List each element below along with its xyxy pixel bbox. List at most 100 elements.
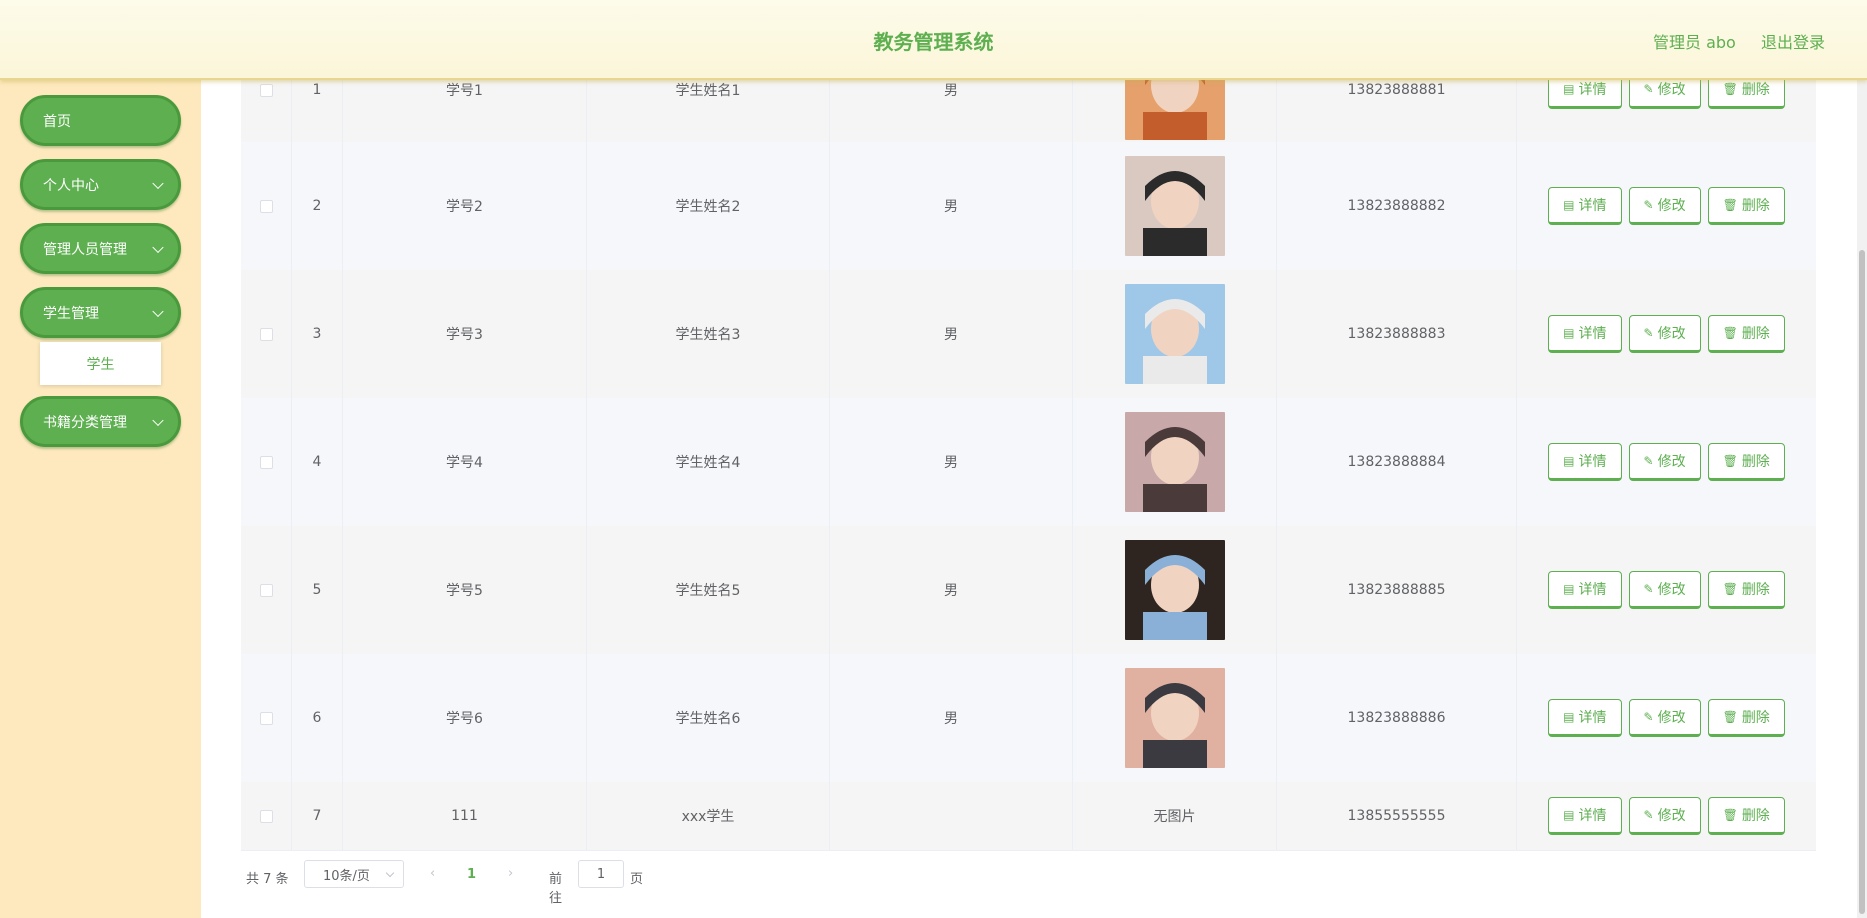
gender-cell-text: 男	[944, 583, 958, 599]
pencil-icon: ✎	[1643, 454, 1654, 468]
sidebar-item-personal-center[interactable]: 个人中心	[20, 159, 181, 210]
page-size-value: 10条/页	[323, 868, 370, 884]
row-checkbox[interactable]	[259, 809, 273, 823]
phone-cell: 13823888883	[1277, 270, 1517, 398]
pencil-icon: ✎	[1643, 82, 1654, 96]
page-size-select[interactable]: 10条/页	[304, 860, 404, 888]
no-photo-text: 无图片	[1153, 809, 1196, 825]
detail-button[interactable]: ▤ 详情	[1548, 443, 1622, 481]
detail-button[interactable]: ▤ 详情	[1548, 187, 1622, 225]
student-name-cell-text: 学生姓名2	[675, 199, 741, 215]
student-name-cell-text: 学生姓名6	[675, 711, 741, 727]
trash-icon: 🗑	[1722, 454, 1738, 468]
row-checkbox[interactable]	[259, 455, 273, 469]
edit-button[interactable]: ✎ 修改	[1628, 443, 1701, 481]
detail-button[interactable]: ▤ 详情	[1548, 797, 1622, 835]
photo-cell	[1073, 270, 1277, 398]
table-row: 4 学号4 学生姓名4 男 13823888884 ▤ 详情 ✎ 修改 🗑 删除	[241, 398, 1816, 527]
doc-icon: ▤	[1563, 326, 1575, 340]
delete-button[interactable]: 🗑 删除	[1707, 699, 1785, 737]
row-checkbox[interactable]	[259, 83, 273, 97]
row-index-text: 5	[312, 582, 322, 598]
edit-button[interactable]: ✎ 修改	[1628, 797, 1701, 835]
pencil-icon: ✎	[1643, 198, 1654, 212]
sidebar-item-label: 书籍分类管理	[43, 414, 127, 431]
gender-cell: 男	[830, 270, 1073, 398]
edit-button[interactable]: ✎ 修改	[1628, 315, 1701, 353]
sidebar-item-student-management[interactable]: 学生管理	[20, 287, 181, 338]
detail-button[interactable]: ▤ 详情	[1548, 699, 1622, 737]
edit-button[interactable]: ✎ 修改	[1628, 699, 1701, 737]
phone-text: 13823888883	[1347, 326, 1446, 342]
phone-text: 13823888884	[1347, 454, 1446, 470]
student-no-cell-text: 学号5	[446, 583, 483, 599]
delete-button[interactable]: 🗑 删除	[1707, 797, 1785, 835]
select-cell	[241, 526, 292, 654]
table-row: 6 学号6 学生姓名6 男 13823888886 ▤ 详情 ✎ 修改 🗑 删除	[241, 654, 1816, 783]
sidebar-item-label: 管理人员管理	[43, 241, 127, 258]
goto-page-input[interactable]	[578, 860, 624, 888]
row-checkbox[interactable]	[259, 711, 273, 725]
chevron-down-icon	[152, 177, 164, 189]
actions-cell: ▤ 详情 ✎ 修改 🗑 删除	[1517, 270, 1816, 398]
detail-button[interactable]: ▤ 详情	[1548, 571, 1622, 609]
sidebar-subitem-student[interactable]: 学生	[40, 342, 161, 385]
gender-cell-text: 男	[944, 199, 958, 215]
trash-icon: 🗑	[1722, 326, 1738, 340]
gender-cell-text: 男	[944, 711, 958, 727]
pencil-icon: ✎	[1643, 326, 1654, 340]
delete-button[interactable]: 🗑 删除	[1707, 443, 1785, 481]
actions-cell: ▤ 详情 ✎ 修改 🗑 删除	[1517, 654, 1816, 782]
row-index: 3	[292, 270, 343, 398]
student-no-cell: 学号6	[343, 654, 587, 782]
row-index: 7	[292, 782, 343, 850]
next-page-button[interactable]: ›	[508, 866, 513, 881]
detail-button-label: 详情	[1578, 808, 1607, 824]
phone-cell: 13823888884	[1277, 398, 1517, 526]
edit-button[interactable]: ✎ 修改	[1628, 571, 1701, 609]
student-name-cell-text: 学生姓名4	[675, 455, 741, 471]
sidebar-subitem-label: 学生	[86, 356, 115, 373]
sidebar-item-admin-management[interactable]: 管理人员管理	[20, 223, 181, 274]
student-name-cell: 学生姓名2	[587, 142, 830, 270]
table-row: 3 学号3 学生姓名3 男 13823888883 ▤ 详情 ✎ 修改 🗑 删除	[241, 270, 1816, 399]
delete-button-label: 删除	[1741, 198, 1770, 214]
scrollbar-thumb[interactable]	[1859, 250, 1865, 914]
student-no-cell: 学号3	[343, 270, 587, 398]
trash-icon: 🗑	[1722, 808, 1738, 822]
edit-button-label: 修改	[1657, 582, 1686, 598]
page-number-current[interactable]: 1	[467, 867, 476, 882]
sidebar-item-book-category-management[interactable]: 书籍分类管理	[20, 396, 181, 447]
phone-cell: 13823888886	[1277, 654, 1517, 782]
sidebar-item-label: 学生管理	[43, 305, 99, 322]
pencil-icon: ✎	[1643, 808, 1654, 822]
student-name-cell: 学生姓名3	[587, 270, 830, 398]
photo-cell: 无图片	[1073, 782, 1277, 850]
delete-button[interactable]: 🗑 删除	[1707, 315, 1785, 353]
student-no-cell: 111	[343, 782, 587, 850]
student-no-cell: 学号4	[343, 398, 587, 526]
student-name-cell-text: 学生姓名1	[675, 83, 741, 99]
delete-button[interactable]: 🗑 删除	[1707, 187, 1785, 225]
student-photo	[1124, 284, 1225, 384]
chevron-down-icon	[385, 868, 395, 878]
student-name-cell: 学生姓名6	[587, 654, 830, 782]
chevron-down-icon	[152, 305, 164, 317]
delete-button[interactable]: 🗑 删除	[1707, 571, 1785, 609]
prev-page-button[interactable]: ‹	[430, 866, 435, 881]
photo-cell	[1073, 142, 1277, 270]
student-no-cell-text: 学号2	[446, 199, 483, 215]
phone-text: 13855555555	[1347, 808, 1446, 824]
logout-link[interactable]: 退出登录	[1761, 29, 1825, 53]
sidebar-item-home[interactable]: 首页	[20, 95, 181, 146]
student-no-cell-text: 学号4	[446, 455, 483, 471]
row-checkbox[interactable]	[259, 583, 273, 597]
student-photo	[1124, 156, 1225, 256]
row-checkbox[interactable]	[259, 327, 273, 341]
select-cell	[241, 654, 292, 782]
student-name-cell: 学生姓名5	[587, 526, 830, 654]
row-checkbox[interactable]	[259, 199, 273, 213]
detail-button[interactable]: ▤ 详情	[1548, 315, 1622, 353]
edit-button[interactable]: ✎ 修改	[1628, 187, 1701, 225]
page-suffix-label: 页	[630, 872, 644, 887]
